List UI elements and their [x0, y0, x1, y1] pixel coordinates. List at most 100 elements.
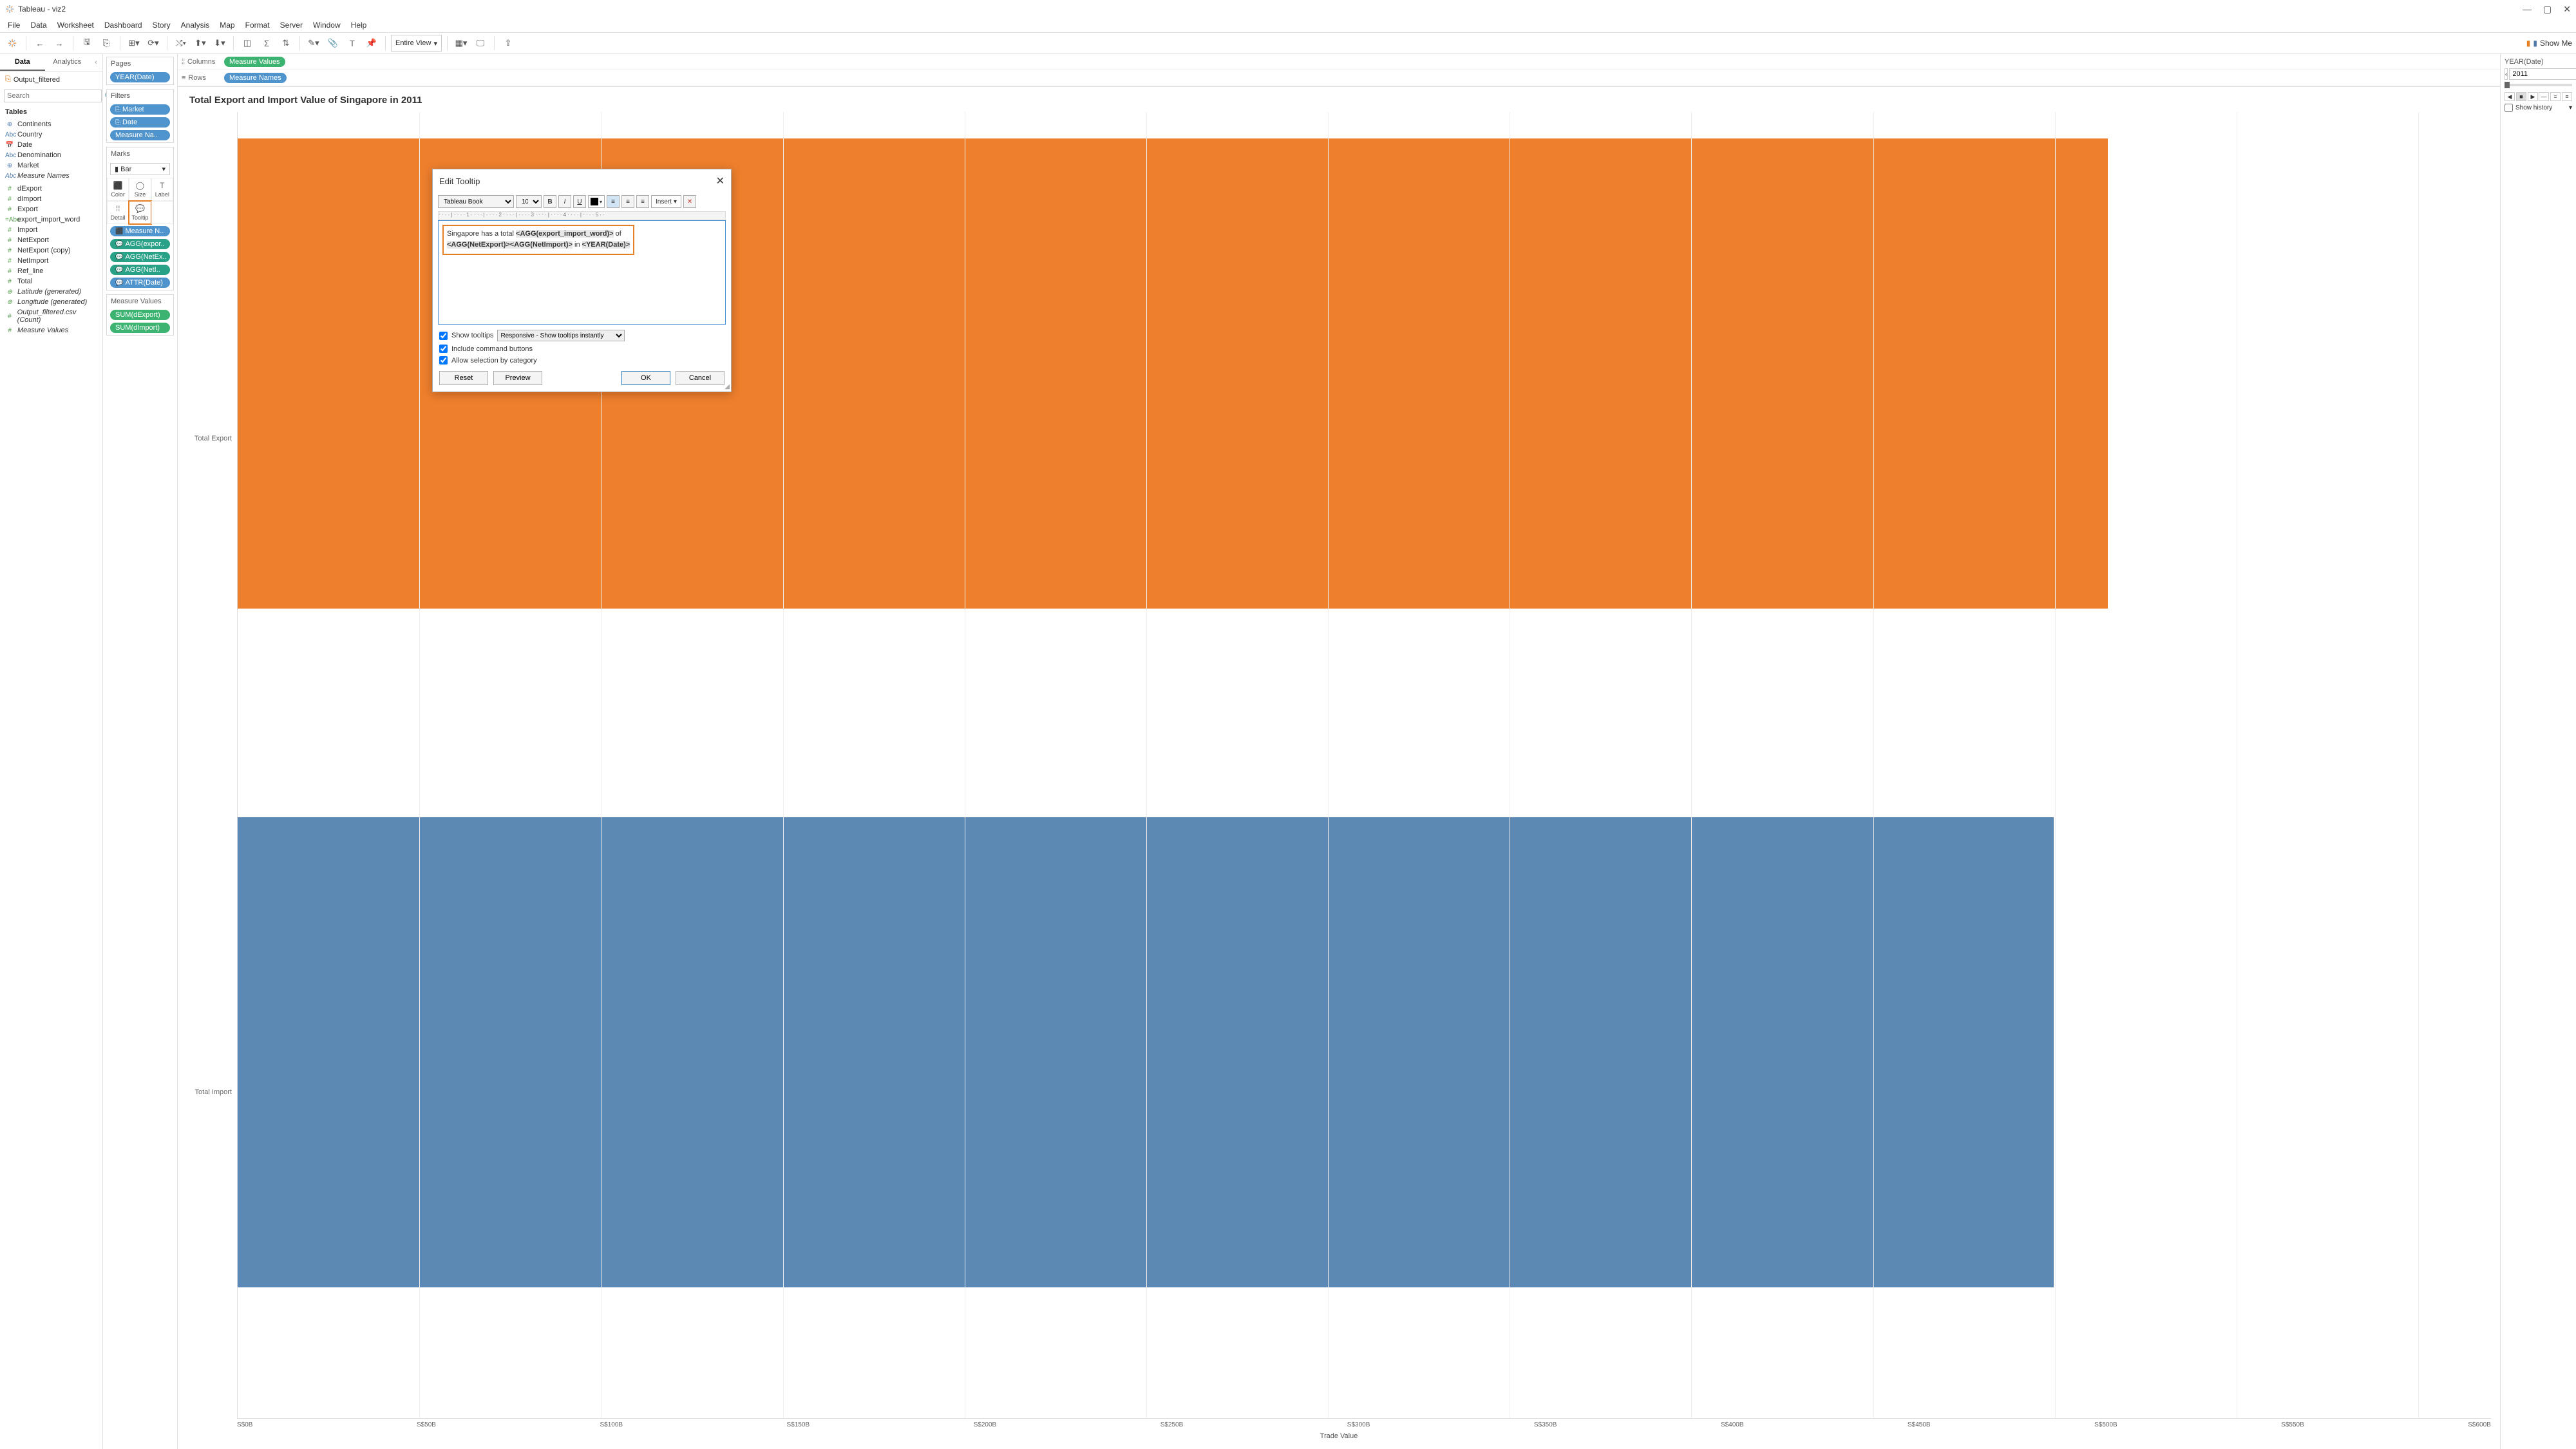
- tableau-home-icon[interactable]: [4, 35, 21, 52]
- align-right-button[interactable]: ≡: [636, 195, 649, 208]
- menu-worksheet[interactable]: Worksheet: [53, 19, 98, 31]
- sort-asc-icon[interactable]: ⬆▾: [192, 35, 209, 52]
- filter-pill-measure-names[interactable]: Measure Na..: [110, 130, 170, 140]
- pin-icon[interactable]: 📌: [363, 35, 380, 52]
- field-netexport-copy[interactable]: #NetExport (copy): [5, 246, 100, 255]
- play-back-button[interactable]: ◀: [2505, 92, 2515, 101]
- columns-shelf[interactable]: ⦙⦙Columns Measure Values: [178, 54, 2500, 70]
- mark-pill-measure-names[interactable]: ⬛Measure N..: [110, 226, 170, 236]
- filter-pill-date[interactable]: ⎘Date: [110, 117, 170, 128]
- field-measure-names[interactable]: AbcMeasure Names: [5, 171, 100, 180]
- rows-shelf[interactable]: ≡Rows Measure Names: [178, 70, 2500, 86]
- align-left-button[interactable]: ≡: [607, 195, 620, 208]
- year-prev-button[interactable]: ‹: [2505, 68, 2508, 80]
- tooltip-mode-select[interactable]: Responsive - Show tooltips instantly: [497, 330, 625, 341]
- font-select[interactable]: Tableau Book: [438, 195, 514, 208]
- dialog-close-icon[interactable]: ✕: [716, 175, 724, 187]
- tab-analytics[interactable]: Analytics: [45, 54, 90, 71]
- filter-pill-market[interactable]: ⎘Market: [110, 104, 170, 115]
- show-history-checkbox[interactable]: [2505, 104, 2513, 112]
- sort-desc-icon[interactable]: ⬇▾: [211, 35, 228, 52]
- presentation-icon[interactable]: 🖵: [472, 35, 489, 52]
- collapse-pane-icon[interactable]: ‹: [90, 54, 102, 71]
- mark-color[interactable]: ⬛Color: [107, 178, 129, 201]
- show-me-button[interactable]: ▮▮ Show Me: [2526, 39, 2572, 48]
- mv-pill-dimport[interactable]: SUM(dImport): [110, 323, 170, 333]
- marks-type-dropdown[interactable]: ▮ Bar▾: [110, 163, 170, 175]
- save-icon[interactable]: 🖫: [79, 35, 95, 52]
- field-dimport[interactable]: #dImport: [5, 194, 100, 204]
- new-datasource-icon[interactable]: ⎘: [98, 35, 115, 52]
- mv-pill-dexport[interactable]: SUM(dExport): [110, 310, 170, 320]
- mark-label[interactable]: TLabel: [151, 178, 173, 201]
- menu-help[interactable]: Help: [347, 19, 371, 31]
- search-input[interactable]: [4, 90, 102, 102]
- bold-button[interactable]: B: [544, 195, 556, 208]
- field-ref-3[interactable]: <YEAR(Date)>: [582, 241, 630, 249]
- year-slider[interactable]: [2505, 84, 2572, 86]
- datasource-row[interactable]: ⎘ Output_filtered: [0, 71, 102, 88]
- tab-data[interactable]: Data: [0, 54, 45, 71]
- close-button[interactable]: ✕: [2563, 4, 2571, 15]
- viz-title[interactable]: Total Export and Import Value of Singapo…: [189, 95, 2491, 106]
- attach-icon[interactable]: 📎: [325, 35, 341, 52]
- preview-button[interactable]: Preview: [493, 371, 542, 385]
- mark-pill-agg-export-word[interactable]: 💬AGG(expor..: [110, 239, 170, 249]
- field-netimport[interactable]: #NetImport: [5, 256, 100, 265]
- abc-icon[interactable]: ⇅: [278, 35, 294, 52]
- show-tooltips-checkbox[interactable]: [439, 332, 448, 340]
- mark-pill-agg-netexport[interactable]: 💬AGG(NetEx..: [110, 252, 170, 262]
- field-refline[interactable]: #Ref_line: [5, 267, 100, 276]
- italic-button[interactable]: I: [558, 195, 571, 208]
- allow-selection-checkbox[interactable]: [439, 356, 448, 365]
- insert-dropdown[interactable]: Insert▾: [651, 195, 681, 208]
- highlight-icon[interactable]: ✎▾: [305, 35, 322, 52]
- maximize-button[interactable]: ▢: [2543, 4, 2552, 15]
- field-date[interactable]: 📅Date: [5, 140, 100, 149]
- menu-map[interactable]: Map: [216, 19, 238, 31]
- ruler[interactable]: · · · · | · · · · 1 · · · · | · · · · 2 …: [438, 211, 726, 220]
- field-netexport[interactable]: #NetExport: [5, 236, 100, 245]
- play-fwd-button[interactable]: ▶: [2528, 92, 2538, 101]
- menu-window[interactable]: Window: [309, 19, 345, 31]
- reset-button[interactable]: Reset: [439, 371, 488, 385]
- year-input[interactable]: [2509, 68, 2576, 80]
- mark-pill-agg-netimport[interactable]: 💬AGG(NetI..: [110, 265, 170, 275]
- menu-file[interactable]: File: [4, 19, 24, 31]
- back-icon[interactable]: ←: [32, 35, 48, 52]
- mark-size[interactable]: ◯Size: [129, 178, 151, 201]
- field-continents[interactable]: ⊕Continents: [5, 120, 100, 129]
- field-dexport[interactable]: #dExport: [5, 184, 100, 193]
- group-icon[interactable]: ◫: [239, 35, 256, 52]
- speed-3-button[interactable]: ≡: [2562, 92, 2572, 101]
- tooltip-editor[interactable]: Singapore has a total <AGG(export_import…: [438, 220, 726, 325]
- include-cmd-checkbox[interactable]: [439, 345, 448, 353]
- underline-button[interactable]: U: [573, 195, 586, 208]
- field-denomination[interactable]: AbcDenomination: [5, 151, 100, 160]
- pages-pill-year[interactable]: YEAR(Date): [110, 72, 170, 82]
- mark-detail[interactable]: ⁞⁞Detail: [107, 201, 129, 224]
- fontsize-select[interactable]: 10: [516, 195, 542, 208]
- field-measure-values[interactable]: #Measure Values: [5, 326, 100, 335]
- field-export-import-word[interactable]: =Abcexport_import_word: [5, 215, 100, 224]
- speed-2-button[interactable]: =: [2550, 92, 2561, 101]
- field-longitude[interactable]: ⊕Longitude (generated): [5, 298, 100, 307]
- share-icon[interactable]: ⇪: [500, 35, 516, 52]
- menu-story[interactable]: Story: [149, 19, 175, 31]
- resize-grip-icon[interactable]: ◢: [724, 383, 730, 390]
- field-ref-2[interactable]: <AGG(NetExport)><AGG(NetImport)>: [447, 241, 573, 249]
- field-total[interactable]: #Total: [5, 277, 100, 286]
- menu-format[interactable]: Format: [242, 19, 274, 31]
- clear-format-button[interactable]: ✕: [683, 195, 696, 208]
- field-export[interactable]: #Export: [5, 205, 100, 214]
- field-import[interactable]: #Import: [5, 225, 100, 234]
- fontcolor-button[interactable]: ▾: [588, 195, 605, 208]
- fit-dropdown[interactable]: Entire View▾: [391, 35, 442, 52]
- menu-data[interactable]: Data: [26, 19, 50, 31]
- field-country[interactable]: AbcCountry: [5, 130, 100, 139]
- speed-1-button[interactable]: ―: [2539, 92, 2549, 101]
- field-count[interactable]: #Output_filtered.csv (Count): [5, 308, 100, 325]
- swap-icon[interactable]: ⤭▾: [173, 35, 189, 52]
- totals-icon[interactable]: Σ: [258, 35, 275, 52]
- menu-server[interactable]: Server: [276, 19, 307, 31]
